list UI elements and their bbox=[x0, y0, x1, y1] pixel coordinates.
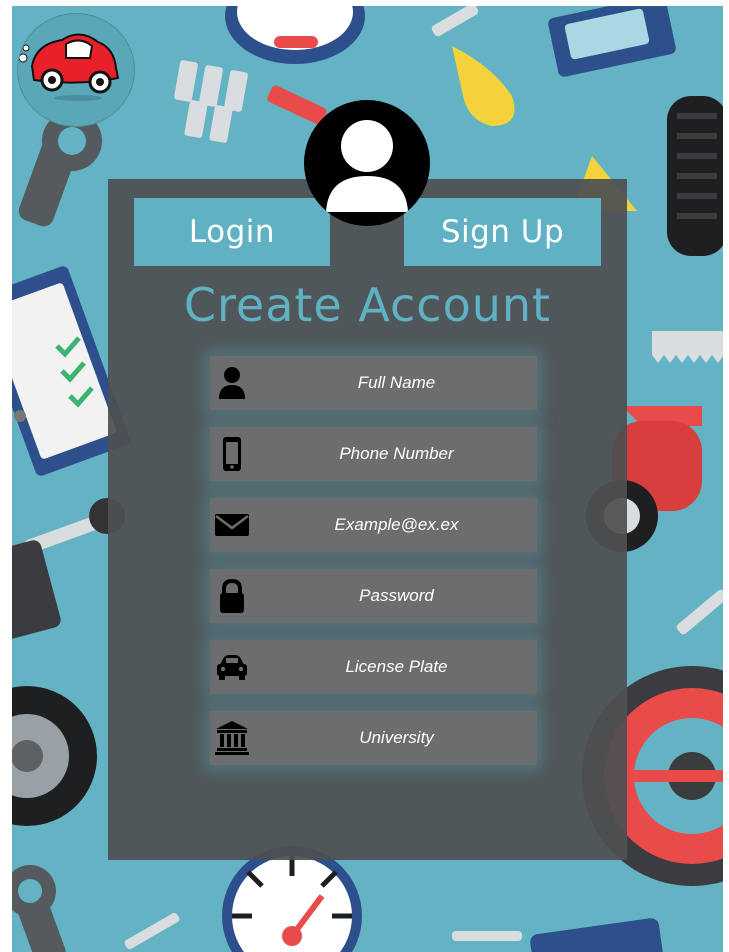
sparkplug-decor bbox=[174, 60, 327, 143]
oilcan-decor-bottom bbox=[452, 918, 664, 952]
lock-icon bbox=[220, 578, 244, 613]
wrench-decor-bottom bbox=[12, 865, 66, 952]
wrench-decor-left bbox=[18, 111, 102, 227]
license-plate-field-wrapper bbox=[210, 640, 537, 694]
speedometer-bottom-decor bbox=[222, 846, 362, 952]
license-plate-input[interactable] bbox=[256, 640, 537, 694]
battery-decor bbox=[12, 540, 61, 642]
full-name-input[interactable] bbox=[256, 356, 537, 410]
user-silhouette-icon bbox=[326, 120, 408, 212]
speedometer-top-decor bbox=[225, 6, 365, 64]
car-icon bbox=[217, 655, 247, 680]
university-icon bbox=[215, 721, 249, 755]
full-name-field-wrapper bbox=[210, 356, 537, 410]
email-input[interactable] bbox=[256, 498, 537, 552]
phone-number-input[interactable] bbox=[256, 427, 537, 481]
red-car-logo-icon bbox=[18, 33, 120, 101]
university-input[interactable] bbox=[256, 711, 537, 765]
envelope-icon bbox=[215, 514, 249, 536]
password-field-wrapper bbox=[210, 569, 537, 623]
user-icon bbox=[219, 367, 245, 399]
oil-drop-decor bbox=[431, 6, 515, 126]
signup-screen: Login Sign Up Create Account bbox=[0, 0, 729, 952]
screwdriver-decor bbox=[676, 589, 723, 635]
phone-icon bbox=[223, 437, 241, 471]
email-field-wrapper bbox=[210, 498, 537, 552]
pencil-decor bbox=[124, 912, 180, 950]
tire-decor-right bbox=[667, 96, 723, 256]
password-input[interactable] bbox=[256, 569, 537, 623]
login-tab-button[interactable]: Login bbox=[134, 198, 330, 266]
signup-tab-button[interactable]: Sign Up bbox=[404, 198, 601, 266]
profile-avatar[interactable] bbox=[304, 100, 430, 226]
oilcan-decor bbox=[548, 6, 676, 77]
app-logo bbox=[17, 13, 135, 127]
page-title: Create Account bbox=[183, 278, 552, 332]
wheel-decor-left bbox=[12, 686, 97, 826]
phone-number-field-wrapper bbox=[210, 427, 537, 481]
university-field-wrapper bbox=[210, 711, 537, 765]
saw-decor bbox=[652, 331, 723, 363]
